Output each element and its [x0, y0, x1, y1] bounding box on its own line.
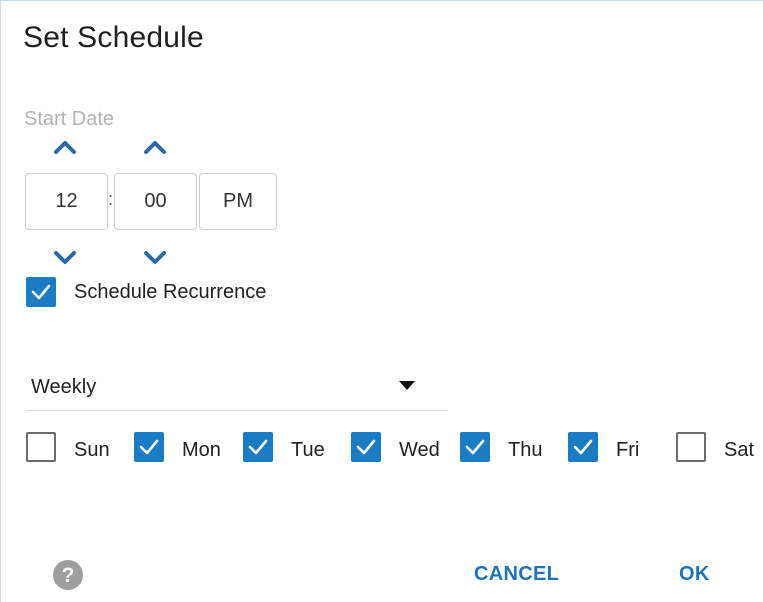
day-checkbox-mon[interactable]: [134, 432, 164, 462]
svg-text:?: ?: [62, 564, 75, 587]
frequency-select-value: Weekly: [31, 376, 97, 398]
day-label-tue: Tue: [291, 439, 325, 461]
day-checkbox-thu[interactable]: [460, 432, 490, 462]
day-label-fri: Fri: [616, 439, 640, 461]
day-checkbox-sat[interactable]: [676, 432, 706, 462]
check-icon: [248, 439, 268, 455]
schedule-recurrence-label: Schedule Recurrence: [74, 281, 267, 303]
frequency-select[interactable]: Weekly: [26, 364, 448, 411]
check-icon: [31, 284, 51, 300]
day-label-mon: Mon: [182, 439, 221, 461]
check-icon: [139, 439, 159, 455]
schedule-recurrence-checkbox[interactable]: [26, 277, 56, 307]
hour-input[interactable]: 12: [25, 173, 108, 230]
caret-down-icon: [399, 378, 415, 396]
day-checkbox-sun[interactable]: [26, 432, 56, 462]
hour-increment-chevron-up-icon[interactable]: [52, 138, 78, 156]
time-separator: :: [108, 189, 114, 209]
day-checkbox-wed[interactable]: [351, 432, 381, 462]
day-checkbox-fri[interactable]: [568, 432, 598, 462]
day-label-sat: Sat: [724, 439, 755, 461]
day-label-wed: Wed: [399, 439, 440, 461]
check-icon: [573, 439, 593, 455]
minute-input[interactable]: 00: [114, 173, 197, 230]
am-pm-toggle-button[interactable]: PM: [199, 173, 277, 230]
check-icon: [356, 439, 376, 455]
help-question-circle-icon[interactable]: ?: [52, 559, 84, 591]
day-checkbox-tue[interactable]: [243, 432, 273, 462]
hour-decrement-chevron-down-icon[interactable]: [52, 249, 78, 267]
minute-decrement-chevron-down-icon[interactable]: [142, 249, 168, 267]
cancel-button[interactable]: CANCEL: [474, 563, 559, 586]
ok-button[interactable]: OK: [679, 563, 710, 586]
dialog-title: Set Schedule: [23, 21, 204, 54]
day-label-sun: Sun: [74, 439, 110, 461]
check-icon: [465, 439, 485, 455]
start-date-label: Start Date: [24, 108, 115, 130]
set-schedule-dialog: Set Schedule Start Date 12 : 00 PM Sched…: [0, 0, 763, 602]
day-label-thu: Thu: [508, 439, 543, 461]
minute-increment-chevron-up-icon[interactable]: [142, 138, 168, 156]
